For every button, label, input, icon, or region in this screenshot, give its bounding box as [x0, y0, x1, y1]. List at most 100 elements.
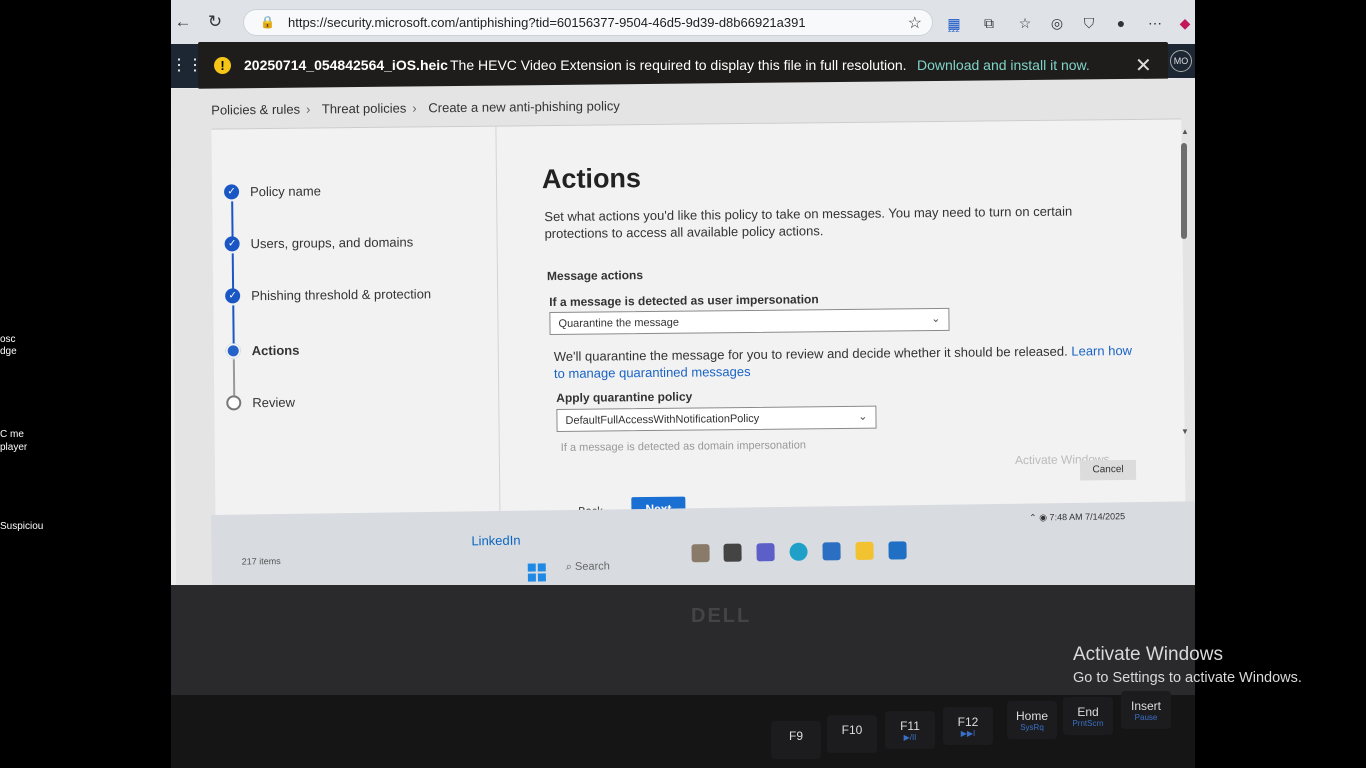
- desktop-label: player: [0, 442, 28, 453]
- step-connector: [231, 253, 235, 290]
- chevron-down-icon: ⌄: [931, 312, 941, 326]
- step-policy-name[interactable]: ✓ Policy name: [224, 183, 321, 200]
- section-heading: Message actions: [546, 268, 644, 284]
- key-end: End PrntScrn: [1063, 697, 1113, 735]
- step-label: Users, groups, and domains: [250, 234, 414, 252]
- copilot-sidebar-icon[interactable]: ◆: [1175, 13, 1195, 33]
- notification-filename: 20250714_054842564_iOS.heic: [244, 57, 448, 73]
- dropdown-value: Quarantine the message: [558, 316, 680, 330]
- chevron-up-icon[interactable]: ⌃: [1029, 512, 1039, 522]
- dropdown-value: DefaultFullAccessWithNotificationPolicy: [565, 412, 760, 427]
- scrollbar-thumb[interactable]: [1181, 143, 1187, 239]
- keyboard: F9 F10 F11 ▶/II F12 ▶▶I Home SysRq End PrntS…: [171, 691, 1195, 768]
- check-icon: ✓: [224, 184, 240, 200]
- breadcrumb-item-policies[interactable]: Policies & rules: [211, 102, 300, 118]
- account-area[interactable]: MO: [1168, 44, 1195, 78]
- desktop-label: osc: [0, 334, 16, 345]
- shield-icon[interactable]: ⛉: [1079, 13, 1099, 33]
- app-icon[interactable]: [691, 544, 710, 563]
- windows-start-icon[interactable]: [527, 563, 546, 582]
- step-users-groups-domains[interactable]: ✓ Users, groups, and domains: [224, 234, 414, 252]
- clock-date: 7/14/2025: [1084, 511, 1126, 522]
- address-bar[interactable]: 🔒 https://security.microsoft.com/antiphi…: [243, 9, 933, 36]
- favorites-icon[interactable]: ☆: [1015, 13, 1035, 33]
- step-review[interactable]: Review: [226, 395, 295, 411]
- breadcrumb-item-current: Create a new anti-phishing policy: [428, 98, 620, 116]
- linkedin-label[interactable]: LinkedIn: [471, 533, 520, 549]
- step-phishing-threshold[interactable]: ✓ Phishing threshold & protection: [225, 286, 432, 304]
- taskbar-search[interactable]: ⌕ Search: [566, 560, 610, 574]
- step-connector: [232, 305, 235, 346]
- outlook-icon[interactable]: [888, 541, 907, 560]
- wizard-steps: ✓ Policy name ✓ Users, groups, and domai…: [211, 126, 501, 560]
- dell-logo: DELL: [691, 605, 752, 627]
- refresh-icon[interactable]: ↻: [205, 12, 225, 32]
- system-tray[interactable]: ⌃ ◉ 7:48 AM 7/14/2025: [1029, 511, 1125, 523]
- extensions-puzzle-icon[interactable]: ⧉: [979, 13, 999, 33]
- quarantine-policy-label: Apply quarantine policy: [556, 389, 693, 405]
- desktop-label: dge: [0, 346, 17, 357]
- app-launcher-icon[interactable]: ⋮⋮⋮: [171, 44, 219, 88]
- teams-icon[interactable]: [756, 543, 775, 562]
- notification-message: The HEVC Video Extension is required to …: [450, 57, 907, 73]
- pending-step-icon: [226, 395, 242, 411]
- scroll-down-icon[interactable]: ▼: [1181, 427, 1189, 436]
- store-icon[interactable]: [822, 542, 841, 561]
- user-impersonation-dropdown[interactable]: Quarantine the message ⌄: [549, 307, 950, 336]
- quarantine-note: We'll quarantine the message for you to …: [554, 342, 1144, 382]
- wifi-icon: ◉: [1039, 512, 1050, 523]
- file-icon[interactable]: [723, 543, 742, 562]
- url-text[interactable]: https://security.microsoft.com/antiphish…: [288, 15, 806, 30]
- key-f9: F9: [771, 721, 821, 759]
- favorite-star-icon[interactable]: ☆: [908, 13, 922, 33]
- key-insert: Insert Pause: [1121, 691, 1171, 729]
- watermark-title: Activate Windows: [1073, 644, 1223, 665]
- copilot-icon[interactable]: ◎: [1047, 13, 1067, 33]
- domain-impersonation-label: If a message is detected as domain imper…: [560, 439, 807, 454]
- clock-time: 7:48 AM: [1049, 511, 1083, 523]
- quarantine-policy-dropdown[interactable]: DefaultFullAccessWithNotificationPolicy …: [556, 405, 877, 432]
- key-f12: F12 ▶▶I: [943, 707, 993, 745]
- step-label: Policy name: [250, 183, 321, 200]
- close-icon[interactable]: ✕: [1135, 53, 1152, 78]
- user-impersonation-label: If a message is detected as user imperso…: [549, 292, 819, 310]
- current-step-icon: [225, 343, 241, 359]
- key-f10: F10: [827, 715, 877, 753]
- breadcrumb-item-threat-policies[interactable]: Threat policies: [322, 101, 407, 117]
- desktop-label: Suspiciou: [0, 521, 44, 532]
- back-arrow-icon[interactable]: ←: [173, 12, 193, 32]
- install-extension-link[interactable]: Download and install it now.: [917, 57, 1090, 73]
- cancel-button[interactable]: Cancel: [1079, 459, 1137, 481]
- scroll-up-icon[interactable]: ▲: [1181, 127, 1189, 136]
- extension-badge: 222: [948, 27, 960, 34]
- explorer-item-count: 217 items: [241, 556, 281, 567]
- key-home: Home SysRq: [1007, 701, 1057, 739]
- search-label: Search: [574, 560, 610, 573]
- watermark-subtitle: Go to Settings to activate Windows.: [1073, 670, 1302, 686]
- step-connector: [232, 359, 236, 396]
- profile-icon[interactable]: ●: [1111, 13, 1131, 33]
- folder-icon[interactable]: [855, 541, 874, 561]
- chevron-down-icon: ⌄: [858, 410, 868, 423]
- chevron-right-icon: ›: [306, 101, 311, 117]
- page-scrollbar[interactable]: ▲ ▼: [1181, 127, 1189, 441]
- step-label: Phishing threshold & protection: [251, 286, 432, 304]
- check-icon: ✓: [225, 288, 241, 304]
- edge-icon[interactable]: [789, 542, 808, 561]
- avatar[interactable]: MO: [1170, 50, 1192, 72]
- key-f11: F11 ▶/II: [885, 711, 935, 749]
- laptop-screen: ← ↻ 🔒 https://security.microsoft.com/ant…: [171, 0, 1195, 600]
- activate-windows-watermark: Activate Windows Go to Settings to activ…: [1073, 644, 1302, 686]
- step-connector: [231, 201, 234, 238]
- page-title: Actions: [541, 163, 642, 195]
- page-description: Set what actions you'd like this policy …: [544, 203, 1073, 242]
- lock-icon[interactable]: 🔒: [260, 15, 275, 29]
- laptop-bezel: DELL F9 F10 F11 ▶/II F12 ▶▶I Home SysRq End…: [171, 585, 1195, 768]
- step-actions[interactable]: Actions: [225, 343, 299, 359]
- stage: osc dge C me player Suspiciou ← ↻ 🔒 http…: [0, 0, 1366, 768]
- warning-icon: !: [214, 57, 231, 74]
- step-label: Review: [252, 394, 295, 411]
- more-options-icon[interactable]: ⋯: [1145, 13, 1165, 33]
- wizard-panel: ✓ Policy name ✓ Users, groups, and domai…: [211, 118, 1186, 560]
- desktop-edge: osc dge C me player Suspiciou: [0, 270, 44, 550]
